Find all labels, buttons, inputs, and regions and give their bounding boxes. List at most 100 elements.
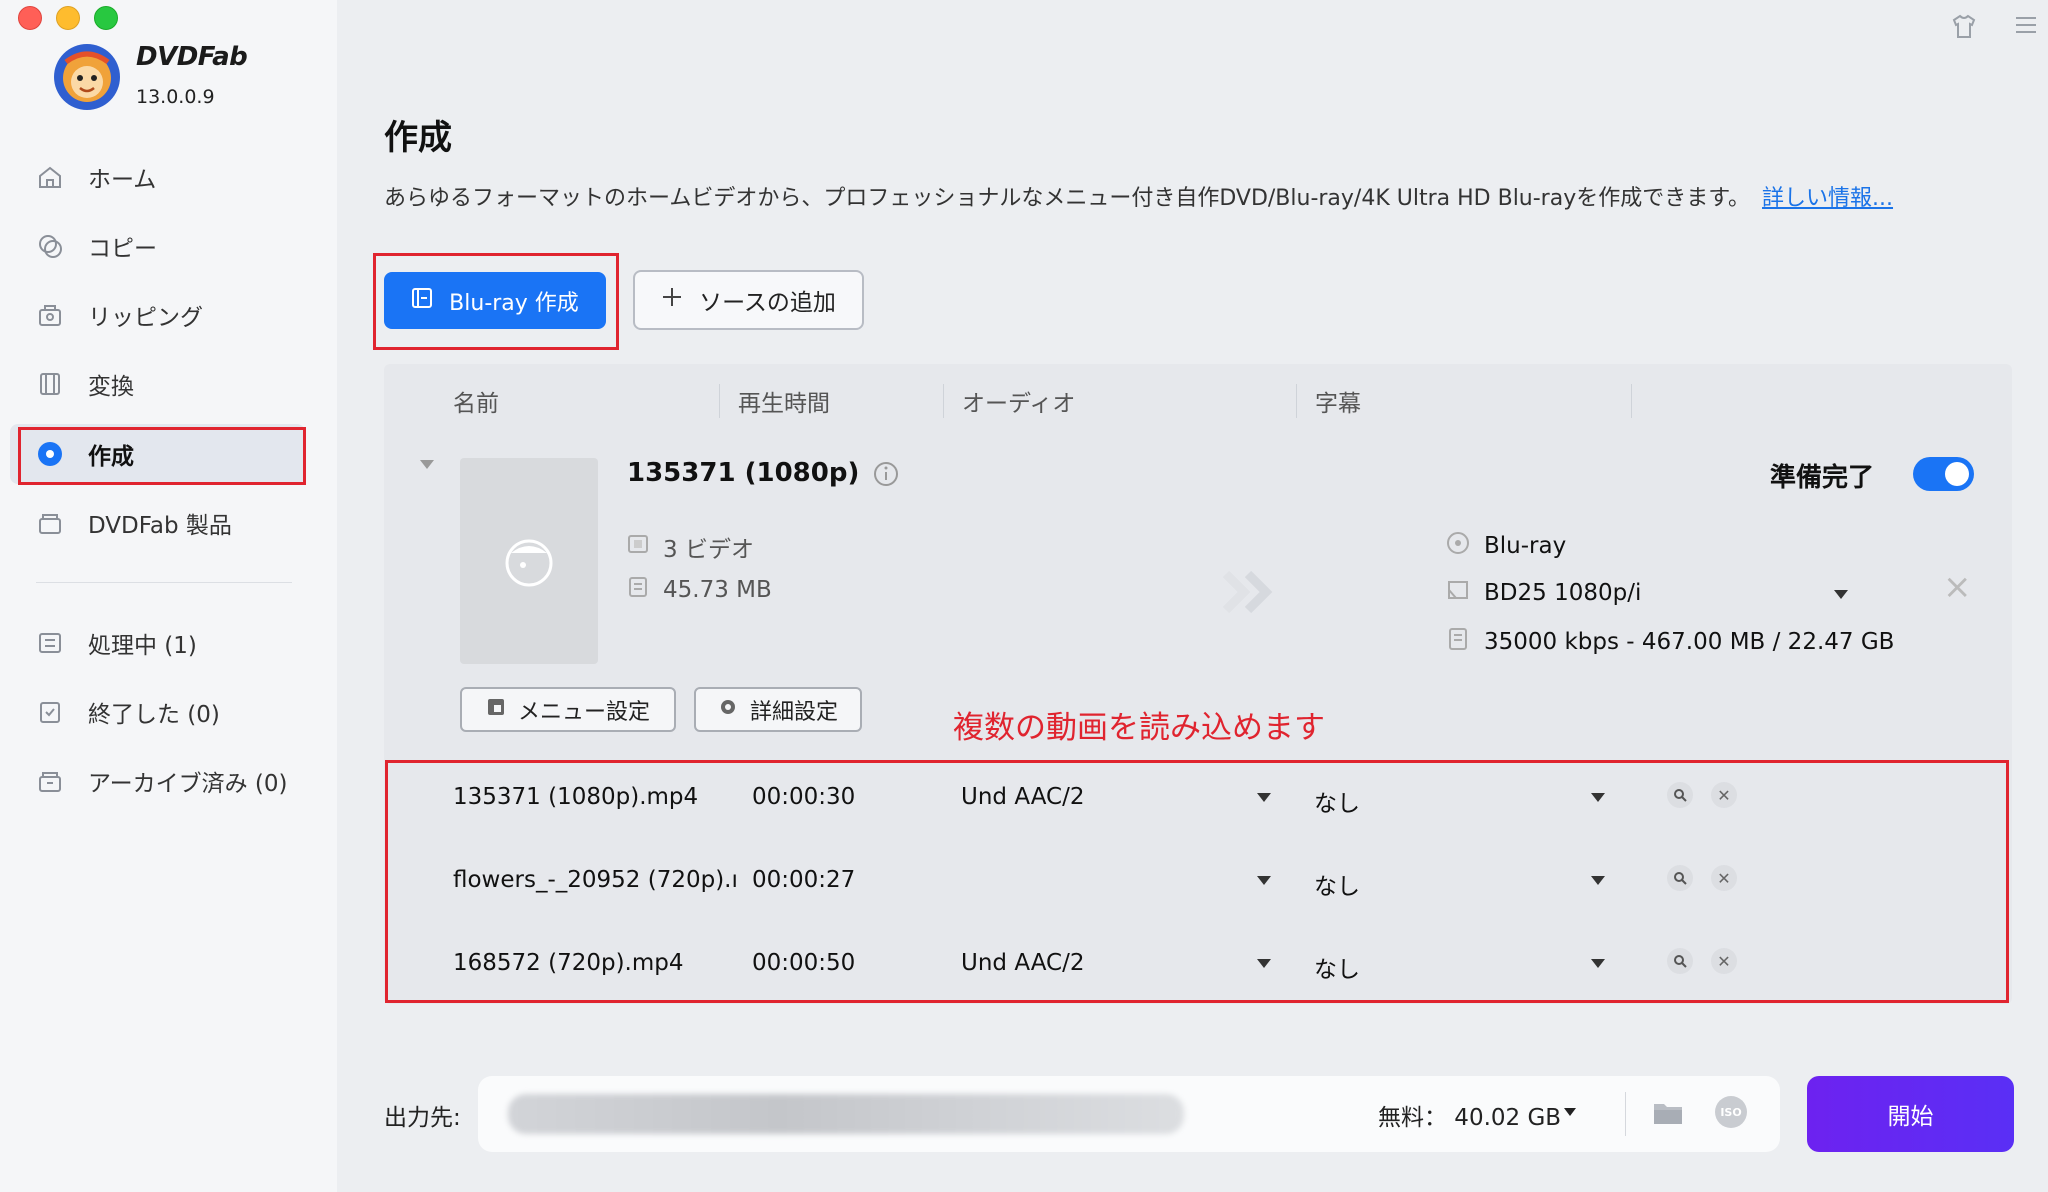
output-bitrate: 35000 kbps - 467.00 MB / 22.47 GB [1446,627,1894,657]
delete-close-icon[interactable]: ✕ [1711,865,1737,891]
subtitle-dropdown-caret-icon[interactable] [1591,793,1605,802]
settings-gear-icon [718,697,738,723]
info-icon[interactable] [873,461,899,487]
column-header-subtitle: 字幕 [1315,391,1361,417]
output-path-field[interactable] [508,1094,1184,1134]
sidebar-divider [36,582,292,583]
item-title: 135371 (1080p) [627,458,860,488]
file-icon [627,576,649,604]
page-description: あらゆるフォーマットのホームビデオから、プロフェッショナルなメニュー付き自作DV… [384,180,1893,212]
sidebar-item-ripping[interactable]: リッピング [0,285,337,345]
column-separator [719,384,720,418]
minimize-window-button[interactable] [56,6,80,30]
folder-icon[interactable] [1652,1100,1684,1126]
start-button[interactable]: 開始 [1807,1076,2014,1152]
add-source-button[interactable]: ソースの追加 [633,270,864,330]
item-file-size: 45.73 MB [627,576,772,604]
audio-dropdown-caret-icon[interactable] [1257,793,1271,802]
sidebar-item-home[interactable]: ホーム [0,147,337,207]
audio-dropdown[interactable]: Und AAC/2 [961,950,1084,976]
app-name: DVDFab [136,42,248,72]
sidebar-item-label: 処理中 (1) [88,633,197,659]
sidebar-item-processing[interactable]: 処理中 (1) [0,613,337,673]
window-controls [18,6,118,30]
film-icon [627,533,649,561]
free-space-caret-icon[interactable] [1564,1108,1576,1116]
subtitle-dropdown[interactable]: なし [1314,867,1360,901]
video-row: flowers_-_20952 (720p).ı 00:00:27 なし ✕ [388,839,2006,921]
sidebar-item-convert[interactable]: 変換 [0,354,337,414]
highlight-box-create-nav [18,427,306,485]
double-chevron-right-icon [1222,570,1273,614]
zoom-window-button[interactable] [94,6,118,30]
placeholder-image-icon [505,539,553,587]
column-separator [943,384,944,418]
video-name: flowers_-_20952 (720p).ı [453,867,738,893]
sidebar-item-label: ホーム [88,167,157,193]
menu-settings-button[interactable]: メニュー設定 [460,687,676,732]
sidebar-item-label: リッピング [88,305,203,331]
footer-divider [1625,1092,1626,1136]
subtitle-dropdown-caret-icon[interactable] [1591,876,1605,885]
sidebar-item-label: 終了した (0) [88,702,220,728]
sidebar-item-products[interactable]: DVDFab 製品 [0,493,337,553]
profile-dropdown-caret-icon[interactable] [1834,590,1848,599]
free-space-dropdown[interactable]: 無料： 40.02 GB [1378,1098,1561,1132]
convert-icon [36,370,64,398]
sidebar-item-copy[interactable]: コピー [0,216,337,276]
sidebar-item-archived[interactable]: アーカイブ済み (0) [0,751,337,811]
audio-dropdown-caret-icon[interactable] [1257,959,1271,968]
column-header-audio: オーディオ [962,391,1076,417]
collapse-arrow-icon[interactable] [420,460,434,469]
ripping-icon [36,301,64,329]
page-title: 作成 [384,118,452,158]
audio-dropdown[interactable]: Und AAC/2 [961,784,1084,810]
more-info-link[interactable]: 詳しい情報... [1762,186,1893,211]
video-duration: 00:00:27 [752,867,856,893]
item-video-count: 3 ビデオ [627,530,754,564]
column-header-name: 名前 [453,391,499,417]
output-type: Blu-ray [1446,531,1566,561]
subtitle-dropdown-caret-icon[interactable] [1591,959,1605,968]
sidebar-item-label: 変換 [88,374,134,400]
profile-icon [1446,578,1470,608]
copy-icon [36,232,64,260]
column-separator [1296,384,1297,418]
sidebar-item-finished[interactable]: 終了した (0) [0,682,337,742]
menu-icon[interactable] [2014,14,2038,44]
delete-close-icon[interactable]: ✕ [1711,948,1737,974]
video-row: 168572 (720p).mp4 00:00:50 Und AAC/2 なし … [388,922,2006,1004]
app-version: 13.0.0.9 [136,86,215,108]
remove-item-close-icon[interactable]: × [1943,570,1972,604]
bluray-create-button[interactable]: Blu-ray 作成 [384,272,606,329]
document-icon [1446,627,1470,657]
iso-icon[interactable]: ISO [1715,1096,1747,1128]
video-name: 168572 (720p).mp4 [453,950,684,976]
products-icon [36,509,64,537]
advanced-settings-button[interactable]: 詳細設定 [694,687,862,732]
plus-icon [661,286,683,314]
window-toolbar [1950,14,2038,44]
search-icon[interactable] [1667,782,1693,808]
description-text: あらゆるフォーマットのホームビデオから、プロフェッショナルなメニュー付き自作DV… [384,186,1751,211]
audio-dropdown-caret-icon[interactable] [1257,876,1271,885]
enable-toggle[interactable] [1913,457,1974,491]
column-separator [1631,384,1632,418]
archive-icon [36,767,64,795]
sidebar-item-label: コピー [88,236,157,262]
annotation-text: 複数の動画を読み込めます [953,710,1325,746]
close-window-button[interactable] [18,6,42,30]
output-destination-label: 出力先: [384,1105,461,1131]
output-profile-dropdown[interactable]: BD25 1080p/i [1446,578,1641,608]
search-icon[interactable] [1667,865,1693,891]
delete-close-icon[interactable]: ✕ [1711,782,1737,808]
video-duration: 00:00:30 [752,784,856,810]
dvdfab-logo-icon [54,44,120,110]
finished-icon [36,698,64,726]
subtitle-dropdown[interactable]: なし [1314,784,1360,818]
sidebar-item-label: アーカイブ済み (0) [88,771,288,797]
subtitle-dropdown[interactable]: なし [1314,950,1360,984]
search-icon[interactable] [1667,948,1693,974]
column-header-duration: 再生時間 [738,391,830,417]
shirt-icon[interactable] [1950,14,1978,44]
